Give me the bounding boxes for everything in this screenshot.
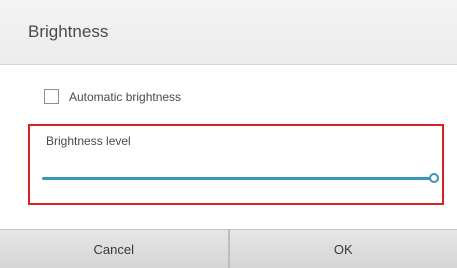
ok-button[interactable]: OK <box>230 230 457 268</box>
automatic-brightness-row[interactable]: Automatic brightness <box>44 89 181 104</box>
automatic-brightness-checkbox[interactable] <box>44 89 59 104</box>
dialog-title-bar: Brightness <box>0 0 457 65</box>
dialog-button-bar: Cancel OK <box>0 229 457 268</box>
slider-thumb[interactable] <box>429 173 439 183</box>
dialog-title: Brightness <box>28 22 108 42</box>
brightness-slider[interactable] <box>42 172 434 186</box>
slider-track[interactable] <box>42 177 434 180</box>
brightness-dialog: Brightness Automatic brightness Brightne… <box>0 0 457 267</box>
automatic-brightness-label[interactable]: Automatic brightness <box>69 90 181 104</box>
brightness-level-label: Brightness level <box>46 134 131 148</box>
cancel-button[interactable]: Cancel <box>0 230 228 268</box>
